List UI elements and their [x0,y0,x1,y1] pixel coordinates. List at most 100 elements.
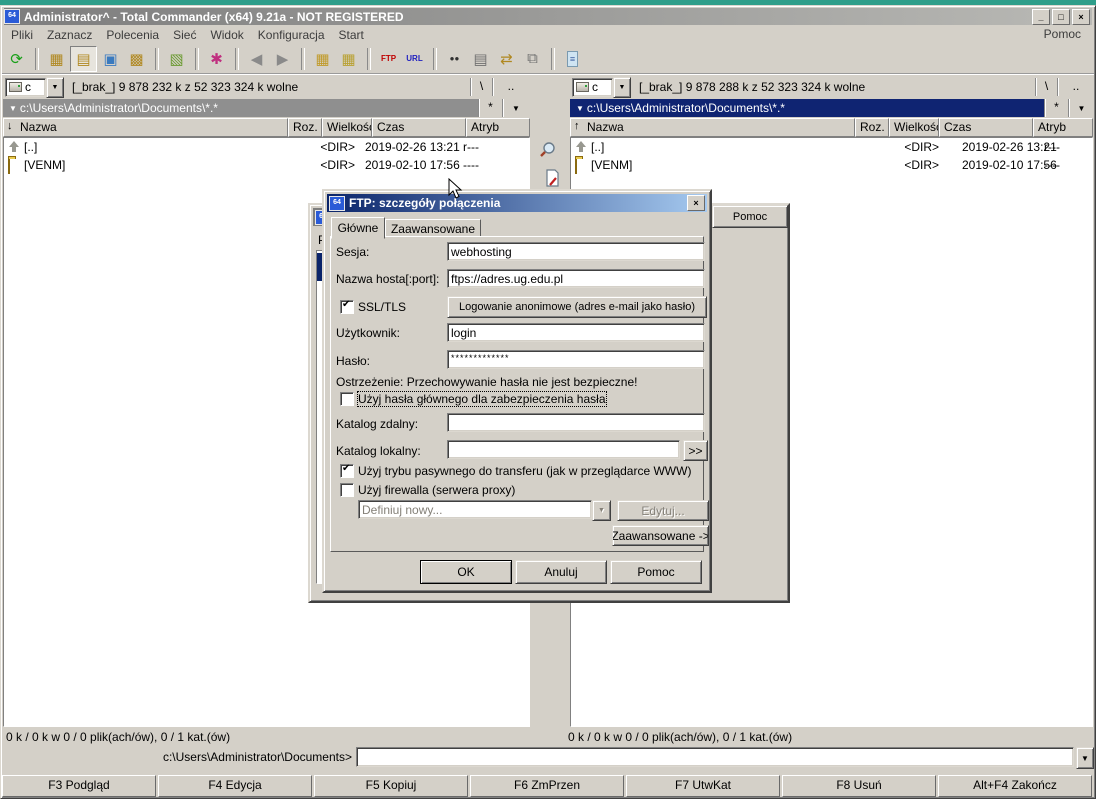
remote-dir-label: Katalog zdalny: [336,417,418,431]
right-path-menu-button[interactable]: ▼ [1068,99,1094,117]
magnifier-icon [539,141,557,159]
menu-item[interactable]: Sieć [166,28,203,42]
right-path-bar[interactable]: ▼ c:\Users\Administrator\Documents\*.* [570,99,1044,117]
dir-tree-refresh-icon[interactable]: ▧ [164,47,189,71]
column-header[interactable]: Atryb [1033,118,1093,137]
right-up-button[interactable]: .. [1057,78,1094,96]
mouse-cursor [448,178,464,200]
tree-view-icon[interactable]: ▩ [124,47,149,71]
function-key-button[interactable]: F3 Podgląd [2,775,156,797]
connections-dialog-button[interactable]: Pomoc [712,205,788,228]
browse-local-dir-button[interactable]: >> [683,440,708,461]
firewall-combo-dropdown-button[interactable]: ▼ [592,500,611,521]
dialog-content: Sesja: webhosting Nazwa hosta[:port]: ft… [324,191,710,591]
command-history-dropdown-button[interactable]: ▼ [1076,747,1094,769]
[VENM][interactable]: [VENM] <DIR> 2019-02-10 17:56 ---- [571,156,1092,174]
close-button[interactable]: × [1072,9,1090,25]
column-header[interactable]: Roz. [288,118,322,137]
column-header[interactable]: Nazwa [3,118,288,137]
right-path: c:\Users\Administrator\Documents\*.* [587,101,785,115]
minimize-button[interactable]: _ [1032,9,1050,25]
help-button[interactable]: Pomoc [610,560,702,584]
left-drive-dropdown-button[interactable]: ▼ [46,77,64,98]
function-key-button[interactable]: F6 ZmPrzen [470,775,624,797]
quick-view-lens-icon[interactable] [537,139,559,160]
ftp-connect-icon[interactable]: FTP [376,47,401,71]
notepad-icon[interactable]: ≡ [560,47,585,71]
left-path-bar[interactable]: ▼ c:\Users\Administrator\Documents\*.* [3,99,478,117]
column-header[interactable]: Roz. [855,118,889,137]
right-drive-dropdown-button[interactable]: ▼ [613,77,631,98]
ftp-url-icon[interactable]: URL [402,47,427,71]
menu-item[interactable]: Zaznacz [40,28,99,42]
left-root-button[interactable]: \ [470,78,492,96]
full-view-icon[interactable]: ▤ [70,46,97,72]
local-dir-input[interactable] [447,440,680,459]
menu-item[interactable]: Pliki [4,28,40,42]
unpack-files-icon[interactable]: ▦ [336,47,361,71]
menu-item-help[interactable]: Pomoc [1037,27,1088,41]
column-header[interactable]: Wielkość [889,118,939,137]
back-icon[interactable]: ◀ [244,47,269,71]
pack-files-icon[interactable]: ▦ [310,47,335,71]
right-root-button[interactable]: \ [1035,78,1057,96]
right-drive-combo[interactable]: c [572,78,613,97]
thumbnails-view-icon[interactable]: ▣ [98,47,123,71]
column-header[interactable]: Wielkość [322,118,372,137]
anonymous-login-button[interactable]: Logowanie anonimowe (adres e-mail jako h… [447,296,707,318]
new-selection-icon[interactable]: ✱ [204,47,229,71]
cancel-button[interactable]: Anuluj [515,560,607,584]
column-header[interactable]: Atryb [466,118,530,137]
file-name: [VENM] [24,158,65,172]
remote-dir-input[interactable] [447,413,705,432]
sync-dirs-icon[interactable]: ⇄ [494,47,519,71]
function-key-button[interactable]: Alt+F4 Zakończ [938,775,1092,797]
user-input[interactable]: login [447,323,705,342]
left-drive-combo[interactable]: c [5,78,46,97]
passive-mode-checkbox[interactable] [340,464,354,478]
left-path-menu-button[interactable]: ▼ [502,99,529,117]
right-free-space: [_brak_] 9 878 288 k z 52 323 324 k woln… [639,80,865,94]
brief-view-icon[interactable]: ▦ [44,47,69,71]
function-key-button[interactable]: F5 Kopiuj [314,775,468,797]
menu-item[interactable]: Polecenia [99,28,166,42]
refresh-icon[interactable]: ⟳ [4,47,29,71]
session-input[interactable]: webhosting [447,242,705,261]
ok-button[interactable]: OK [420,560,512,584]
search-icon[interactable]: ●● [442,47,467,71]
[..][interactable]: [..] <DIR> 2019-02-26 13:21 r--- [4,138,529,156]
column-header[interactable]: Czas [939,118,1033,137]
ssl-checkbox[interactable] [340,300,354,314]
menu-item[interactable]: Konfiguracja [251,28,332,42]
master-password-checkbox[interactable] [340,392,354,406]
left-up-button[interactable]: .. [492,78,529,96]
multi-rename-icon[interactable]: ▤ [468,47,493,71]
firewall-combo[interactable]: Definiuj nowy... [358,500,592,519]
maximize-button[interactable]: □ [1052,9,1070,25]
left-sort-arrow-icon: ↓ [7,120,13,132]
compare-icon[interactable]: ⧉ [520,47,545,71]
password-input[interactable]: ************* [447,350,705,369]
right-path-star-button[interactable]: * [1044,99,1068,117]
menu-item[interactable]: Widok [203,28,250,42]
function-key-button[interactable]: F7 UtwKat [626,775,780,797]
[VENM][interactable]: [VENM] <DIR> 2019-02-10 17:56 ---- [4,156,529,174]
menu-item[interactable]: Start [332,28,371,42]
toolbar-glyph: ▩ [129,50,143,68]
toolbar-glyph: URL [406,54,422,63]
advanced-button[interactable]: Zaawansowane -> [612,525,709,546]
file-size: <DIR> [868,158,939,172]
forward-icon[interactable]: ▶ [270,47,295,71]
host-input[interactable]: ftps://adres.ug.edu.pl [447,269,705,288]
app-icon[interactable]: 64 [4,9,20,24]
left-path-star-button[interactable]: * [478,99,502,117]
column-header[interactable]: Nazwa [570,118,855,137]
column-header[interactable]: Czas [372,118,466,137]
firewall-checkbox[interactable] [340,483,354,497]
command-line-input[interactable] [356,747,1074,767]
edit-firewall-button[interactable]: Edytuj... [617,500,709,521]
[..][interactable]: [..] <DIR> 2019-02-26 13:21 r--- [571,138,1092,156]
edit-file-icon[interactable] [541,167,563,188]
function-key-button[interactable]: F4 Edycja [158,775,312,797]
function-key-button[interactable]: F8 Usuń [782,775,936,797]
